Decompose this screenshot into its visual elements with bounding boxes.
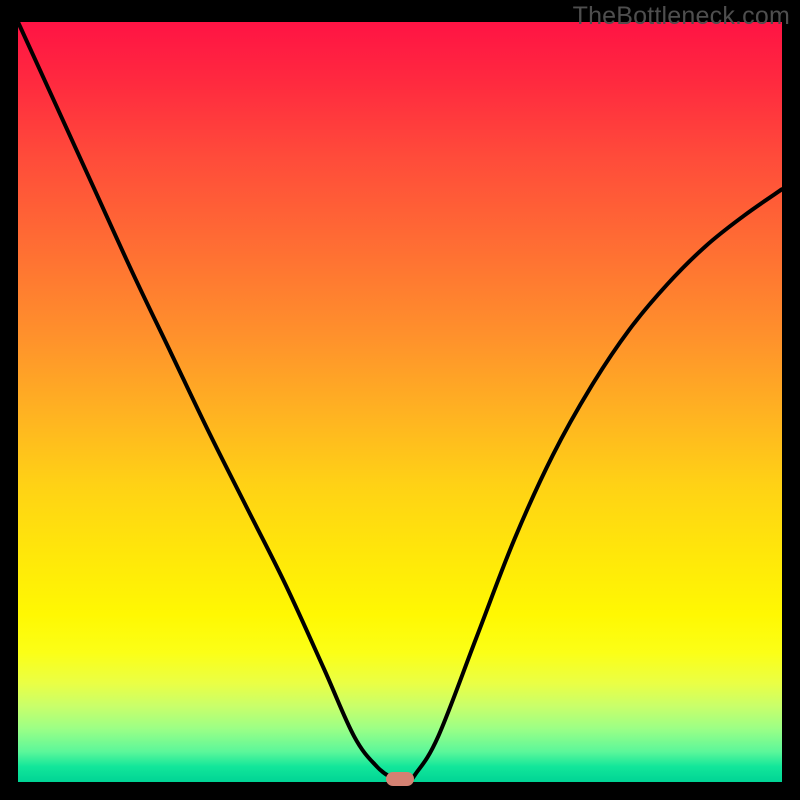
plot-inner	[18, 22, 782, 782]
curve-svg	[18, 22, 782, 782]
watermark-text: TheBottleneck.com	[573, 2, 790, 31]
bottleneck-curve-path	[18, 22, 782, 783]
plot-area	[18, 22, 782, 782]
chart-stage: TheBottleneck.com	[0, 0, 800, 800]
optimal-marker	[386, 772, 414, 786]
